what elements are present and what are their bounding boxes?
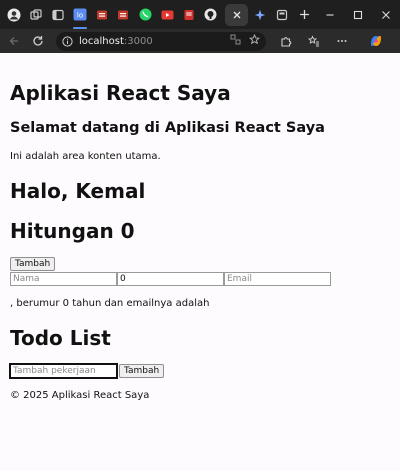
page-viewport: Aplikasi React Saya Selamat datang di Ap… (0, 53, 400, 471)
tab-react-app-icon[interactable]: lo (70, 4, 90, 29)
welcome-heading: Selamat datang di Aplikasi React Saya (10, 120, 325, 136)
tab-whatsapp-icon[interactable] (135, 4, 155, 26)
browser-tabstrip: lo (0, 0, 400, 29)
svg-text:lo: lo (76, 12, 82, 20)
tab-github-icon[interactable] (201, 4, 221, 26)
todo-add-button[interactable]: Tambah (119, 364, 165, 378)
tab-red-doc-icon[interactable] (179, 4, 199, 26)
tab-collections-icon[interactable] (272, 4, 292, 26)
extensions-icon[interactable] (276, 31, 296, 51)
favorites-icon[interactable] (304, 31, 324, 51)
window-close-icon[interactable] (372, 0, 400, 29)
tab-youtube-icon[interactable] (157, 4, 177, 26)
reader-view-icon[interactable] (230, 34, 241, 48)
email-input[interactable]: Email (224, 272, 331, 286)
counter-heading: Hitungan 0 (10, 219, 135, 243)
tab-close-icon[interactable] (224, 3, 249, 26)
refresh-icon[interactable] (28, 31, 48, 51)
name-input[interactable]: Nama (10, 272, 117, 286)
todo-input[interactable]: Tambah pekerjaan (9, 363, 118, 379)
page-title: Aplikasi React Saya (10, 81, 231, 105)
minimize-icon[interactable] (316, 0, 344, 29)
age-input[interactable]: 0 (117, 272, 224, 286)
footer-text: © 2025 Aplikasi React Saya (10, 390, 150, 401)
address-port: :3000 (123, 35, 153, 47)
summary-text: , berumur 0 tahun dan emailnya adalah (10, 298, 210, 309)
tab-red-app-icon[interactable] (92, 4, 112, 26)
profile-icon[interactable] (4, 4, 24, 26)
copilot-icon[interactable] (366, 31, 386, 51)
browser-menu-icon[interactable] (332, 31, 352, 51)
new-tab-icon[interactable] (294, 4, 314, 26)
address-bar[interactable]: localhost:3000 (56, 31, 266, 51)
workspaces-icon[interactable] (26, 4, 46, 26)
maximize-icon[interactable] (344, 0, 372, 29)
browser-toolbar: localhost:3000 (0, 29, 400, 53)
counter-add-button[interactable]: Tambah (10, 257, 56, 271)
site-info-icon[interactable] (62, 35, 73, 47)
favorite-star-icon[interactable] (248, 33, 261, 48)
address-host: localhost (79, 35, 124, 47)
tab-actions-icon[interactable] (48, 4, 68, 26)
greeting-heading: Halo, Kemal (10, 179, 146, 203)
content-text: Ini adalah area konten utama. (10, 151, 161, 162)
tab-copilot-icon[interactable] (250, 4, 270, 26)
back-icon[interactable] (4, 31, 24, 51)
tab-red-app-icon-2[interactable] (113, 4, 133, 26)
todo-heading: Todo List (10, 326, 111, 350)
